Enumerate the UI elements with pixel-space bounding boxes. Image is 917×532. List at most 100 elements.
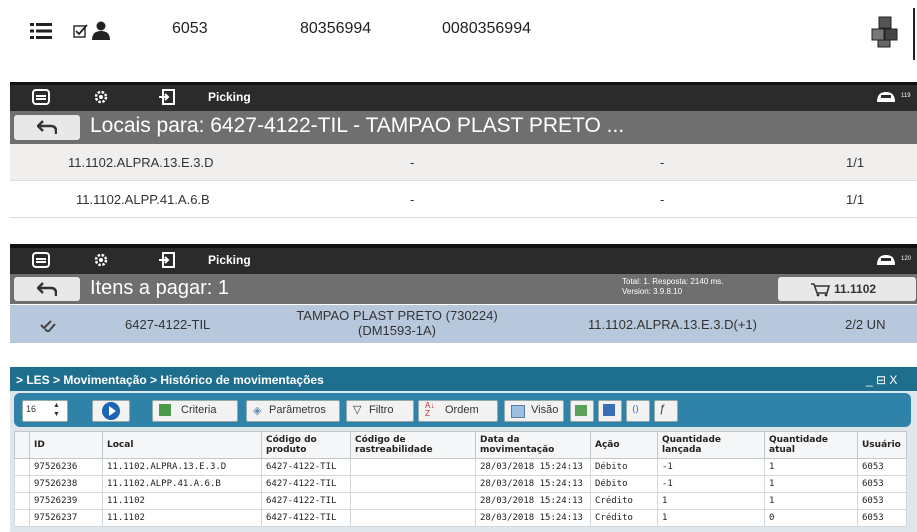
header-label: Picking — [208, 90, 251, 104]
cell: 6053 — [857, 458, 907, 476]
ordem-label: Ordem — [445, 404, 479, 416]
cell: 1 — [764, 475, 858, 493]
column-header-qtd-atual[interactable]: Quantidade atual — [764, 431, 858, 459]
location-row[interactable]: 11.1102.ALPP.41.A.6.B - - 1/1 — [10, 181, 917, 218]
table-row[interactable]: 97526237 11.1102 6427-4122-TIL 28/03/201… — [14, 509, 907, 527]
filter-icon: ▽ — [353, 404, 362, 416]
row-field: - — [410, 155, 415, 170]
stepper-arrows-icon[interactable]: ▲ ▼ — [53, 401, 60, 419]
play-icon — [102, 402, 120, 420]
location-row[interactable]: 11.1102.ALPRA.13.E.3.D - - 1/1 — [10, 144, 917, 181]
top-value-2: 80356994 — [300, 20, 372, 37]
location-code: 11.1102.ALPRA.13.E.3.D — [68, 155, 214, 170]
back-button[interactable] — [14, 277, 80, 301]
user-badge-icon[interactable] — [875, 251, 897, 269]
menu-icon[interactable] — [32, 88, 50, 106]
row-field: - — [660, 192, 665, 207]
cell: 0 — [764, 509, 858, 527]
column-header-qtd-lancada[interactable]: Quantidade lançada — [657, 431, 765, 459]
column-header-data[interactable]: Data da movimentação — [475, 431, 591, 459]
column-header-acao[interactable]: Ação — [590, 431, 658, 459]
top-value-1: 6053 — [172, 20, 208, 37]
column-header-produto[interactable]: Código do produto — [261, 431, 351, 459]
cell: 1 — [764, 492, 858, 510]
row-field: - — [660, 155, 665, 170]
cell: 1 — [657, 509, 765, 527]
cell: 6053 — [857, 492, 907, 510]
list-menu-icon[interactable] — [30, 22, 52, 40]
back-button[interactable] — [14, 115, 80, 140]
checkbox-checked-icon[interactable] — [73, 23, 89, 39]
toolbar: 16 ▲ ▼ Criteria ◈ Parâmetros ▽ Filtro A↓ Z… — [14, 393, 911, 427]
cart-icon — [811, 283, 830, 297]
parametros-button[interactable]: ◈ Parâmetros — [246, 400, 340, 422]
sort-az-icon: A↓ Z — [425, 401, 435, 418]
cell: 6427-4122-TIL — [261, 492, 351, 510]
cell: 97526238 — [29, 475, 103, 493]
visao-button[interactable]: Visão — [504, 400, 564, 422]
settings-icon[interactable] — [92, 251, 110, 269]
row-selector[interactable] — [14, 458, 30, 476]
window-controls[interactable]: _ ⊟ X — [866, 373, 897, 387]
cell: -1 — [657, 475, 765, 493]
cell: 1 — [657, 492, 765, 510]
cell: 97526239 — [29, 492, 103, 510]
menu-icon[interactable] — [32, 251, 50, 269]
column-header — [14, 431, 30, 459]
boxes-icon[interactable] — [870, 16, 900, 48]
table-row[interactable]: 97526238 11.1102.ALPP.41.A.6.B 6427-4122… — [14, 475, 907, 493]
cell: 6427-4122-TIL — [261, 475, 351, 493]
tag-icon: ◈ — [253, 405, 262, 417]
app-header-1: Picking 119 — [10, 85, 917, 111]
run-button[interactable] — [92, 400, 130, 422]
cell: 11.1102 — [102, 492, 262, 510]
cell: 6053 — [857, 509, 907, 527]
user-badge-icon[interactable] — [875, 88, 897, 106]
column-header-local[interactable]: Local — [102, 431, 262, 459]
cell: 11.1102.ALPRA.13.E.3.D — [102, 458, 262, 476]
cell — [350, 492, 476, 510]
settings-icon[interactable] — [92, 88, 110, 106]
item-row[interactable]: 6427-4122-TIL TAMPAO PLAST PRETO (730224… — [10, 305, 917, 343]
cell: 28/03/2018 15:24:13 — [475, 458, 591, 476]
table-row[interactable]: 97526236 11.1102.ALPRA.13.E.3.D 6427-412… — [14, 458, 907, 476]
column-header-id[interactable]: ID — [29, 431, 103, 459]
cell: Crédito — [590, 509, 658, 527]
export-icon — [575, 405, 587, 416]
row-selector[interactable] — [14, 475, 30, 493]
criteria-button[interactable]: Criteria — [152, 400, 238, 422]
cart-button[interactable]: 11.1102 — [778, 277, 916, 301]
top-bar: 6053 80356994 0080356994 — [0, 0, 917, 72]
status-version: Version: 3.9.8.10 — [622, 287, 683, 296]
cell: 11.1102.ALPP.41.A.6.B — [102, 475, 262, 493]
column-header-rastreabilidade[interactable]: Código de rastreabilidade — [350, 431, 476, 459]
sign-in-icon[interactable] — [158, 88, 176, 106]
filtro-button[interactable]: ▽ Filtro — [346, 400, 414, 422]
cell: 28/03/2018 15:24:13 — [475, 492, 591, 510]
function-button[interactable]: ƒ — [654, 400, 678, 422]
row-selector[interactable] — [14, 492, 30, 510]
export-button[interactable] — [570, 400, 594, 422]
cell: 6427-4122-TIL — [261, 509, 351, 527]
row-selector[interactable] — [14, 509, 30, 527]
user-icon[interactable] — [92, 21, 110, 40]
cell: 97526236 — [29, 458, 103, 476]
double-check-icon — [40, 320, 56, 332]
status-total: Total: 1. Resposta: 2140 ms. — [622, 277, 724, 286]
sign-in-icon[interactable] — [158, 251, 176, 269]
item-desc-ref: (DM1593-1A) — [357, 323, 437, 338]
table-header-row: ID Local Código do produto Código de ras… — [14, 431, 907, 459]
ordem-button[interactable]: A↓ Z Ordem — [418, 400, 498, 422]
code-button[interactable]: ⟨⟩ — [626, 400, 650, 422]
parametros-label: Parâmetros — [269, 404, 326, 416]
page-size-stepper[interactable]: 16 ▲ ▼ — [22, 400, 68, 422]
cell: 6427-4122-TIL — [261, 458, 351, 476]
breadcrumb: > LES > Movimentação > Histórico de movi… — [16, 373, 324, 387]
quantity: 1/1 — [846, 192, 865, 207]
page-size-value: 16 — [26, 404, 37, 414]
column-header-usuario[interactable]: Usuário — [857, 431, 907, 459]
table-row[interactable]: 97526239 11.1102 6427-4122-TIL 28/03/201… — [14, 492, 907, 510]
cell: 1 — [764, 458, 858, 476]
page-title: Itens a pagar: 1 — [90, 277, 229, 299]
save-button[interactable] — [598, 400, 622, 422]
